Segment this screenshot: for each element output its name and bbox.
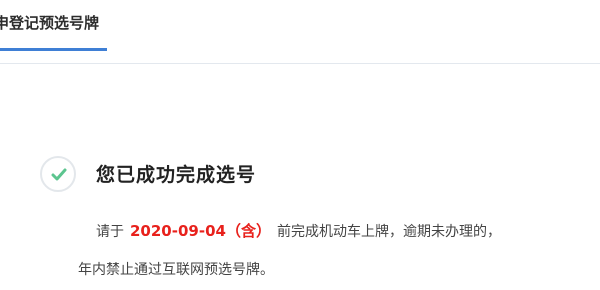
tab-label: 申登记预选号牌	[0, 14, 100, 32]
desc-line2: 年内禁止通过互联网预选号牌。	[78, 262, 274, 278]
tab-register-preselect-plate[interactable]: 申登记预选号牌	[0, 10, 108, 51]
deadline-date: 2020-09-04（含）	[130, 222, 271, 240]
success-description: 请于 2020-09-04（含） 前完成机动车上牌，逾期未办理的， 年内禁止通过互联…	[78, 212, 600, 278]
check-circle-icon	[40, 156, 76, 192]
desc-prefix: 请于	[96, 224, 124, 240]
desc-suffix: 前完成机动车上牌，逾期未办理的，	[276, 224, 501, 240]
success-title: 您已成功完成选号	[96, 164, 257, 186]
tab-bar: 申登记预选号牌	[0, 0, 600, 64]
success-panel: 您已成功完成选号 请于 2020-09-04（含） 前完成机动车上牌，逾期未办理的，…	[40, 156, 600, 278]
